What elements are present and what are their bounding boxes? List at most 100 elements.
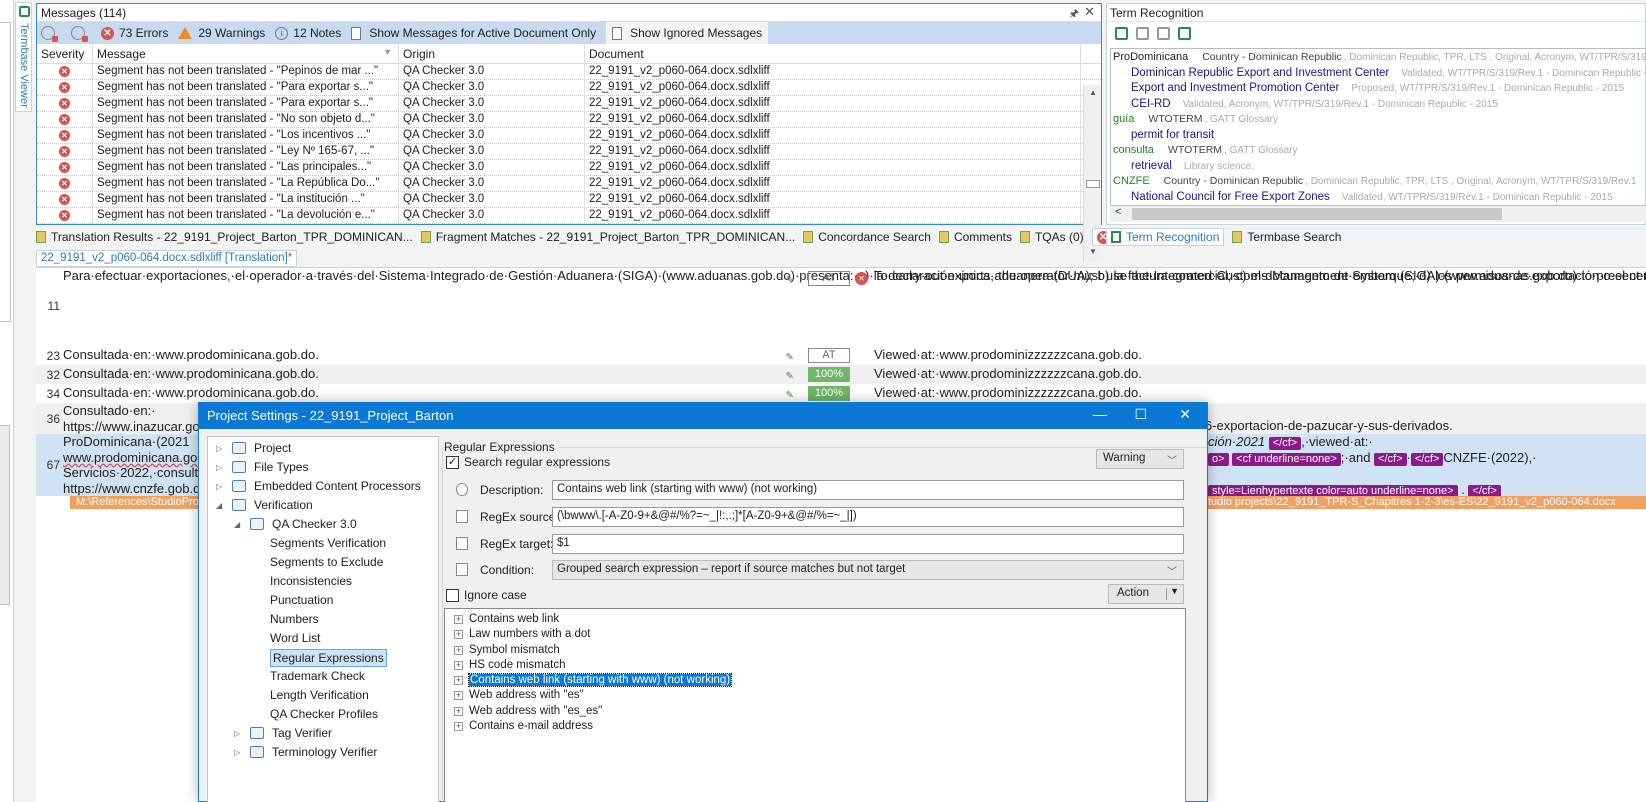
segment-row[interactable]: 23 Consultada·en:·www.prodominicana.gob.… [36, 346, 1646, 365]
search-termbase-icon[interactable] [1115, 26, 1128, 40]
expand-arrow-icon[interactable]: ▷ [234, 743, 242, 762]
list-view-icon[interactable] [1157, 26, 1170, 40]
regex-rule-item[interactable]: + Contains web link (starting with www) (… [445, 673, 1185, 688]
formatting-tag[interactable]: <cf underline=none> [1232, 453, 1341, 466]
tree-item-qa-checker-3-0[interactable]: ◢ QA Checker 3.0 [208, 515, 438, 534]
tree-item-qa-checker-profiles[interactable]: QA Checker Profiles [208, 705, 438, 724]
term-target-entry[interactable]: retrieval Library science. [1113, 159, 1644, 175]
expand-plus-icon[interactable]: + [454, 706, 463, 716]
tree-item-project[interactable]: ▷ Project [208, 439, 438, 458]
condition-dropdown[interactable]: Grouped search expression – report if so… [552, 560, 1184, 580]
segment-target[interactable]: m/246-exportacion-de-pazucar-y-sus-deriv… [1176, 418, 1646, 434]
regex-rule-item[interactable]: + Web address with "es" [445, 688, 1185, 703]
regex-rule-item[interactable]: + Symbol mismatch [445, 643, 1185, 658]
regex-rule-item[interactable]: + Contains web link [445, 612, 1185, 627]
close-icon[interactable]: ✕ [1179, 406, 1191, 423]
term-source-entry[interactable]: ProDominicana Country - Dominican Republi… [1113, 50, 1646, 66]
scroll-left-icon[interactable]: < [1115, 206, 1121, 218]
message-row[interactable]: ✕ Segment has not been translated - "Pepi… [37, 64, 1101, 80]
collapse-arrow-icon[interactable]: ◢ [216, 496, 224, 515]
termbase-settings-icon[interactable] [1178, 26, 1191, 40]
active-document-only-toggle[interactable]: Show Messages for Active Document Only [351, 26, 596, 40]
collapse-arrow-icon[interactable]: ◢ [234, 515, 242, 534]
tree-item-tag-verifier[interactable]: ▷ Tag Verifier [208, 724, 438, 743]
tree-item-word-list[interactable]: Word List [208, 629, 438, 648]
tab-termbase[interactable]: Termbase Search [1232, 230, 1341, 244]
close-icon[interactable]: ✕ [1084, 4, 1095, 20]
warnings-filter[interactable]: 29 Warnings [178, 26, 265, 40]
tab-tqas[interactable]: TQAs (0) [1019, 230, 1084, 244]
dropdown-arrow-icon[interactable]: ▼ [1170, 586, 1179, 596]
formatting-tag[interactable]: </cf> [1410, 453, 1444, 466]
term-target-entry[interactable]: Export and Investment Promotion Center Pr… [1113, 81, 1644, 97]
description-input[interactable]: Contains web link (starting with www) (n… [552, 480, 1184, 500]
message-row[interactable]: ✕ Segment has not been translated - "Para… [37, 96, 1101, 112]
expand-plus-icon[interactable]: + [454, 630, 463, 640]
expand-arrow-icon[interactable]: ▷ [234, 724, 242, 743]
tree-item-segments-verification[interactable]: Segments Verification [208, 534, 438, 553]
term-source-entry[interactable]: CNZFE Country - Dominican Republic, Domin… [1113, 174, 1644, 190]
column-header-message[interactable]: Message ▼ [93, 44, 399, 63]
action-button[interactable]: Action ▼ [1108, 584, 1184, 604]
expand-arrow-icon[interactable]: ▷ [216, 477, 224, 496]
message-row[interactable]: ✕ Segment has not been translated - "Las … [37, 160, 1101, 176]
tree-item-embedded-content-processors[interactable]: ▷ Embedded Content Processors [208, 477, 438, 496]
tree-item-inconsistencies[interactable]: Inconsistencies [208, 572, 438, 591]
termbase-viewer-tab[interactable]: Termbase Viewer [15, 2, 32, 112]
tree-item-trademark-check[interactable]: Trademark Check [208, 667, 438, 686]
tree-item-punctuation[interactable]: Punctuation [208, 591, 438, 610]
scrollbar-thumb[interactable] [1086, 180, 1100, 188]
unignore-message-button[interactable] [71, 26, 91, 42]
ignore-case-checkbox[interactable] [446, 589, 459, 602]
column-header-severity[interactable]: Severity [37, 44, 93, 63]
expand-plus-icon[interactable]: + [454, 722, 463, 732]
message-row[interactable]: ✕ Segment has not been translated - "Para… [37, 80, 1101, 96]
maximize-icon[interactable]: ☐ [1134, 406, 1147, 423]
segment-target[interactable]: ción·2021 </cf> ,·viewed·at:· o> <cf unde… [1208, 434, 1646, 498]
formatting-tag[interactable]: </cf> [1374, 453, 1407, 466]
expand-plus-icon[interactable]: + [454, 660, 463, 670]
term-target-entry[interactable]: CEI-RD Validated, Acronym, WT/TPR/S/319/R… [1113, 97, 1644, 113]
tab-fragment[interactable]: Fragment Matches - 22_9191_Project_Barto… [420, 230, 795, 244]
notes-filter[interactable]: i 12 Notes [275, 26, 341, 40]
regex-rule-item[interactable]: + Contains e-mail address [445, 719, 1185, 734]
tab-term[interactable]: Term Recognition [1106, 228, 1225, 246]
formatting-tag[interactable]: o> [1208, 453, 1229, 466]
tree-item-file-types[interactable]: ▷ File Types [208, 458, 438, 477]
term-target-entry[interactable]: permit for transit [1113, 128, 1644, 144]
message-row[interactable]: ✕ Segment has not been translated - "Ley … [37, 144, 1101, 160]
scroll-down-icon[interactable]: ▼ [1087, 247, 1099, 259]
segment-target[interactable]: Viewed·at:·www.prodominizzzzzzcana.gob.d… [874, 385, 1646, 401]
term-source-entry[interactable]: guía WTOTERM, GATT Glossary [1113, 112, 1644, 128]
scrollbar-thumb[interactable] [1132, 208, 1502, 220]
expand-plus-icon[interactable]: + [454, 691, 463, 701]
tree-item-terminology-verifier[interactable]: ▷ Terminology Verifier [208, 743, 438, 762]
term-target-entry[interactable]: National Council for Free Export Zones Va… [1113, 190, 1644, 206]
expand-plus-icon[interactable]: + [454, 645, 463, 655]
column-header-document[interactable]: Document [585, 44, 1081, 63]
tab-concordance[interactable]: Concordance Search [803, 230, 931, 244]
severity-dropdown[interactable]: Warning ﹀ [1096, 449, 1184, 469]
dialog-title-bar[interactable]: Project Settings - 22_9191_Project_Barto… [199, 403, 1207, 429]
column-header-origin[interactable]: Origin [399, 44, 585, 63]
term-source-entry[interactable]: consulta WTOTERM, GATT Glossary [1113, 143, 1644, 159]
errors-filter[interactable]: ✕ 73 Errors [101, 26, 168, 40]
tree-item-regular-expressions[interactable]: Regular Expressions [208, 648, 438, 667]
regex-target-input[interactable]: $1 [552, 534, 1184, 554]
tree-item-segments-to-exclude[interactable]: Segments to Exclude [208, 553, 438, 572]
regex-rule-item[interactable]: + HS code mismatch [445, 658, 1185, 673]
segment-target[interactable]: Viewed·at:·www.prodominizzzzzzcana.gob.d… [874, 347, 1646, 363]
regex-rule-item[interactable]: + Law numbers with a dot [445, 627, 1185, 642]
regex-rule-item[interactable]: + Web address with "es_es" [445, 704, 1185, 719]
expand-plus-icon[interactable]: + [454, 676, 463, 686]
segment-row[interactable]: 34 Consultada·en:·www.prodominicana.gob.… [36, 384, 1646, 403]
tab-comments[interactable]: Comments [938, 230, 1012, 244]
minimize-icon[interactable]: — [1093, 406, 1107, 422]
pin-icon[interactable]: 🖈 [1069, 5, 1079, 24]
message-row[interactable]: ✕ Segment has not been translated - "La R… [37, 176, 1101, 192]
show-ignored-toggle[interactable]: Show Ignored Messages [606, 22, 769, 44]
expand-plus-icon[interactable]: + [454, 615, 463, 624]
sort-filter-icon[interactable]: ▼ [383, 47, 392, 57]
tab-translation[interactable]: Translation Results - 22_9191_Project_Ba… [36, 230, 413, 244]
expand-arrow-icon[interactable]: ▷ [216, 458, 224, 477]
